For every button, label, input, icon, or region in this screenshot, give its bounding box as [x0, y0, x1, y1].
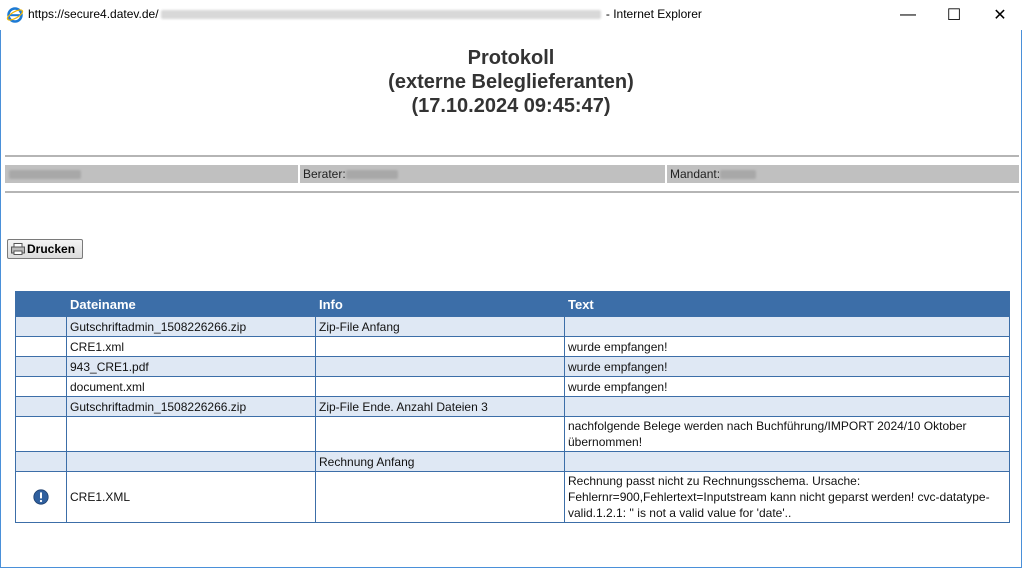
header-text: Text [564, 291, 1010, 317]
table-row: Rechnung Anfang [15, 451, 1010, 472]
header-dateiname: Dateiname [66, 291, 316, 317]
row-info [315, 471, 565, 523]
berater-label: Berater: [303, 167, 346, 181]
info-cell-name [5, 165, 298, 183]
info-cell-mandant: Mandant: [667, 165, 1019, 183]
row-info: Rechnung Anfang [315, 451, 565, 472]
table-header-row: Dateiname Info Text [15, 291, 1010, 317]
table-row: 943_CRE1.pdf wurde empfangen! [15, 356, 1010, 377]
row-text [564, 451, 1010, 472]
table-row: document.xml wurde empfangen! [15, 376, 1010, 397]
row-file: Gutschriftadmin_1508226266.zip [66, 396, 316, 417]
row-text [564, 396, 1010, 417]
row-icon-cell [15, 316, 67, 337]
title-line-3: (17.10.2024 09:45:47) [411, 95, 611, 117]
mandant-label: Mandant: [670, 167, 721, 181]
row-text: wurde empfangen! [564, 356, 1010, 377]
close-button[interactable]: ✕ [977, 0, 1022, 30]
redacted-mandant [720, 170, 757, 180]
warning-icon [33, 489, 49, 505]
print-button[interactable]: Drucken [7, 239, 83, 259]
divider-top [5, 155, 1019, 157]
row-text [564, 316, 1010, 337]
divider-bottom [5, 191, 1019, 193]
internet-explorer-icon [6, 7, 24, 23]
row-file: 943_CRE1.pdf [66, 356, 316, 377]
browser-name: - Internet Explorer [605, 7, 702, 21]
header-info: Info [315, 291, 565, 317]
row-info [315, 416, 565, 452]
minimize-icon: — [900, 6, 916, 23]
row-file: document.xml [66, 376, 316, 397]
row-icon-cell [15, 356, 67, 377]
info-cell-berater: Berater: [300, 165, 665, 183]
row-info: Zip-File Anfang [315, 316, 565, 337]
window-url: https://secure4.datev.de/ [28, 7, 159, 21]
row-icon-cell [15, 376, 67, 397]
row-icon-cell [15, 451, 67, 472]
protocol-table: Dateiname Info Text Gutschriftadmin_1508… [15, 291, 1010, 523]
title-line-1: Protokoll [467, 47, 555, 69]
table-row: CRE1.XML Rechnung passt nicht zu Rechnun… [15, 471, 1010, 523]
row-info [315, 376, 565, 397]
table-row: Gutschriftadmin_1508226266.zip Zip-File … [15, 316, 1010, 337]
title-bar: https://secure4.datev.de/ - Internet Exp… [0, 0, 1022, 30]
redacted-name [9, 170, 81, 180]
row-file [66, 451, 316, 472]
row-icon-cell [15, 336, 67, 357]
window-title: https://secure4.datev.de/ - Internet Exp… [28, 7, 702, 21]
print-button-label: Drucken [27, 242, 76, 256]
row-info [315, 336, 565, 357]
title-line-2: (externe Beleglieferanten) [388, 71, 634, 93]
table-row: nachfolgende Belege werden nach Buchführ… [15, 416, 1010, 452]
row-file: Gutschriftadmin_1508226266.zip [66, 316, 316, 337]
maximize-icon: ☐ [946, 7, 962, 24]
header-icon [15, 291, 67, 317]
row-file: CRE1.xml [66, 336, 316, 357]
row-icon-cell [15, 471, 67, 523]
row-info [315, 356, 565, 377]
row-text: nachfolgende Belege werden nach Buchführ… [564, 416, 1010, 452]
table-row: CRE1.xml wurde empfangen! [15, 336, 1010, 357]
row-icon-cell [15, 396, 67, 417]
redacted-berater [345, 170, 398, 180]
row-file: CRE1.XML [66, 471, 316, 523]
row-file [66, 416, 316, 452]
maximize-button[interactable]: ☐ [931, 0, 977, 30]
row-info: Zip-File Ende. Anzahl Dateien 3 [315, 396, 565, 417]
close-icon: ✕ [993, 7, 1007, 24]
row-text: wurde empfangen! [564, 336, 1010, 357]
table-row: Gutschriftadmin_1508226266.zip Zip-File … [15, 396, 1010, 417]
page-title: Protokoll (externe Beleglieferanten) (17… [0, 46, 1022, 118]
printer-icon [11, 243, 25, 255]
minimize-button[interactable]: — [885, 0, 931, 30]
row-text: wurde empfangen! [564, 376, 1010, 397]
row-icon-cell [15, 416, 67, 452]
row-text: Rechnung passt nicht zu Rechnungsschema.… [564, 471, 1010, 523]
redacted-url [160, 10, 601, 20]
